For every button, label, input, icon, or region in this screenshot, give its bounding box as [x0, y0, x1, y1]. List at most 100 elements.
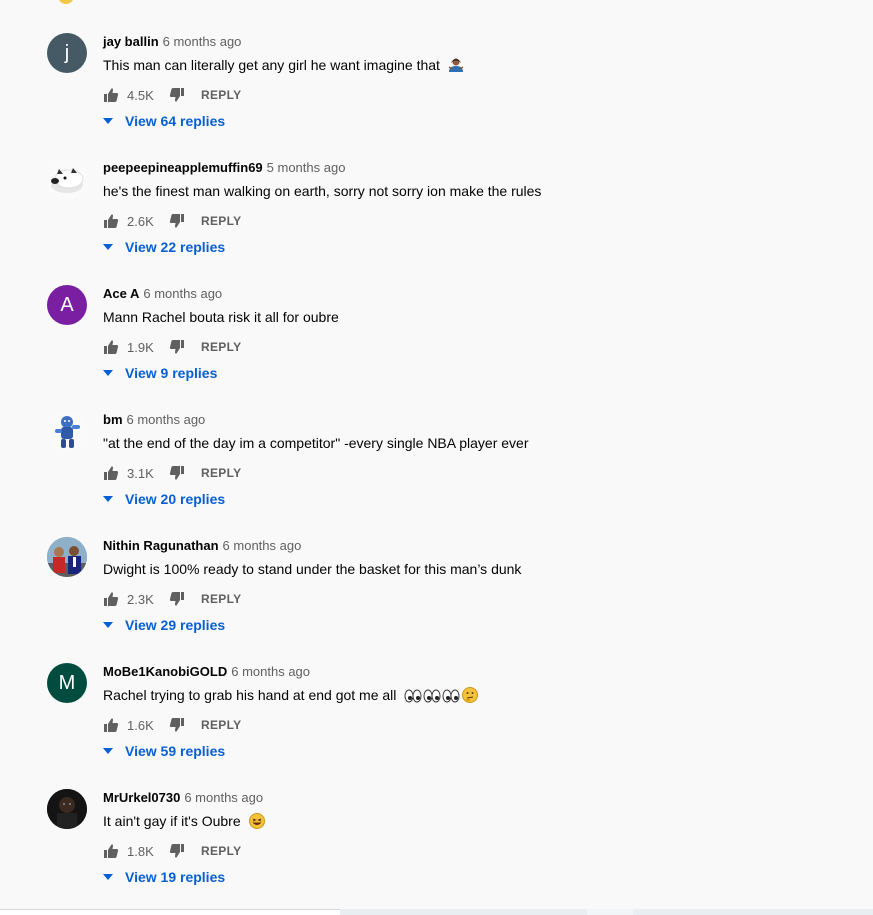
comment-header: Ace A 6 months ago [103, 286, 222, 302]
comment-time[interactable]: 6 months ago [163, 34, 242, 49]
reply-button[interactable]: REPLY [201, 844, 241, 858]
like-icon[interactable] [103, 87, 119, 103]
people-photo-icon [47, 537, 87, 577]
comment-body: It ain't gay if it's Oubre [103, 813, 241, 829]
avatar-letter: A [60, 293, 74, 316]
dislike-icon[interactable] [169, 465, 185, 481]
like-icon[interactable] [103, 465, 119, 481]
reply-button[interactable]: REPLY [201, 214, 241, 228]
author-name[interactable]: Nithin Ragunathan [103, 538, 219, 553]
avatar[interactable] [47, 411, 87, 451]
horizontal-scrollbar[interactable] [0, 909, 873, 915]
like-count: 1.8K [127, 843, 154, 859]
avatar[interactable]: M [47, 663, 87, 703]
author-name[interactable]: bm [103, 412, 123, 427]
comment-time[interactable]: 6 months ago [127, 412, 206, 427]
dark-photo-icon [47, 789, 87, 829]
like-count: 1.9K [127, 339, 154, 355]
caret-down-icon [103, 622, 113, 628]
comment-actions: 2.3K REPLY [103, 591, 241, 607]
comment-text: Rachel trying to grab his hand at end go… [103, 685, 480, 708]
comment-actions: 3.1K REPLY [103, 465, 241, 481]
comment-text: Mann Rachel bouta risk it all for oubre [103, 307, 339, 327]
blue-baby-figure-icon [47, 411, 87, 451]
comment-thread: peepeepineapplemuffin69 5 months ago he's… [0, 126, 873, 255]
avatar-letter: j [64, 41, 70, 64]
comment-actions: 1.9K REPLY [103, 339, 241, 355]
comment-body: This man can literally get any girl he w… [103, 57, 440, 73]
dislike-icon[interactable] [169, 591, 185, 607]
caret-down-icon [103, 118, 113, 124]
comment-time[interactable]: 6 months ago [231, 664, 310, 679]
comment-header: jay ballin 6 months ago [103, 34, 241, 50]
comment-header: Nithin Ragunathan 6 months ago [103, 538, 301, 554]
scrollbar-thumb[interactable] [587, 909, 633, 915]
caret-down-icon [103, 496, 113, 502]
view-replies-label: View 19 replies [125, 869, 226, 885]
comment-actions: 2.6K REPLY [103, 213, 241, 229]
comment-time[interactable]: 6 months ago [143, 286, 222, 301]
avatar-letter: M [58, 671, 76, 694]
comment-header: MoBe1KanobiGOLD 6 months ago [103, 664, 310, 680]
reply-button[interactable]: REPLY [201, 340, 241, 354]
avatar[interactable] [47, 537, 87, 577]
dislike-icon[interactable] [169, 87, 185, 103]
comment-time[interactable]: 6 months ago [184, 790, 263, 805]
like-icon[interactable] [103, 843, 119, 859]
eyes-emoji-icon [404, 687, 480, 708]
comment-text: Dwight is 100% ready to stand under the … [103, 559, 521, 579]
like-icon[interactable] [103, 213, 119, 229]
avatar[interactable] [47, 159, 87, 199]
caret-down-icon [103, 874, 113, 880]
comment-thread: bm 6 months ago "at the end of the day im… [0, 378, 873, 507]
comment-header: bm 6 months ago [103, 412, 205, 428]
dislike-icon[interactable] [169, 717, 185, 733]
like-icon[interactable] [103, 591, 119, 607]
comment-text: "at the end of the day im a competitor" … [103, 433, 528, 453]
author-name[interactable]: Ace A [103, 286, 139, 301]
author-name[interactable]: MoBe1KanobiGOLD [103, 664, 227, 679]
laughing-emoji-icon [248, 813, 265, 834]
comment-text: he's the finest man walking on earth, so… [103, 181, 541, 201]
comment-body: Dwight is 100% ready to stand under the … [103, 561, 522, 577]
like-icon[interactable] [103, 339, 119, 355]
comment-thread: MrUrkel0730 6 months ago It ain't gay if … [0, 756, 873, 885]
author-name[interactable]: MrUrkel0730 [103, 790, 180, 805]
caret-down-icon [103, 244, 113, 250]
dislike-icon[interactable] [169, 339, 185, 355]
comment-time[interactable]: 5 months ago [267, 160, 346, 175]
like-icon[interactable] [103, 717, 119, 733]
dislike-icon[interactable] [169, 213, 185, 229]
like-count: 3.1K [127, 465, 154, 481]
reply-button[interactable]: REPLY [201, 88, 241, 102]
comment-time[interactable]: 6 months ago [223, 538, 302, 553]
comment-thread: M MoBe1KanobiGOLD 6 months ago Rachel try… [0, 630, 873, 759]
like-count: 1.6K [127, 717, 154, 733]
comment-body: Rachel trying to grab his hand at end go… [103, 687, 397, 703]
dog-photo-icon [47, 159, 87, 199]
avatar[interactable]: A [47, 285, 87, 325]
caret-down-icon [103, 370, 113, 376]
comment-header: peepeepineapplemuffin69 5 months ago [103, 160, 345, 176]
comment-actions: 4.5K REPLY [103, 87, 241, 103]
like-count: 2.3K [127, 591, 154, 607]
comment-actions: 1.8K REPLY [103, 843, 241, 859]
comment-thread: A Ace A 6 months ago Mann Rachel bouta ri… [0, 252, 873, 381]
reply-button[interactable]: REPLY [201, 466, 241, 480]
dislike-icon[interactable] [169, 843, 185, 859]
like-count: 2.6K [127, 213, 154, 229]
comment-thread: Nithin Ragunathan 6 months ago Dwight is … [0, 504, 873, 633]
author-name[interactable]: jay ballin [103, 34, 159, 49]
scrollbar-track [0, 909, 340, 915]
author-name[interactable]: peepeepineapplemuffin69 [103, 160, 263, 175]
avatar[interactable] [47, 789, 87, 829]
avatar[interactable]: j [47, 33, 87, 73]
reply-button[interactable]: REPLY [201, 592, 241, 606]
view-replies-button[interactable]: View 19 replies [103, 869, 225, 885]
comment-actions: 1.6K REPLY [103, 717, 241, 733]
caret-down-icon [103, 748, 113, 754]
comment-body: "at the end of the day im a competitor" … [103, 435, 529, 451]
like-count: 4.5K [127, 87, 154, 103]
comment-thread: j jay ballin 6 months ago This man can li… [0, 0, 873, 129]
reply-button[interactable]: REPLY [201, 718, 241, 732]
